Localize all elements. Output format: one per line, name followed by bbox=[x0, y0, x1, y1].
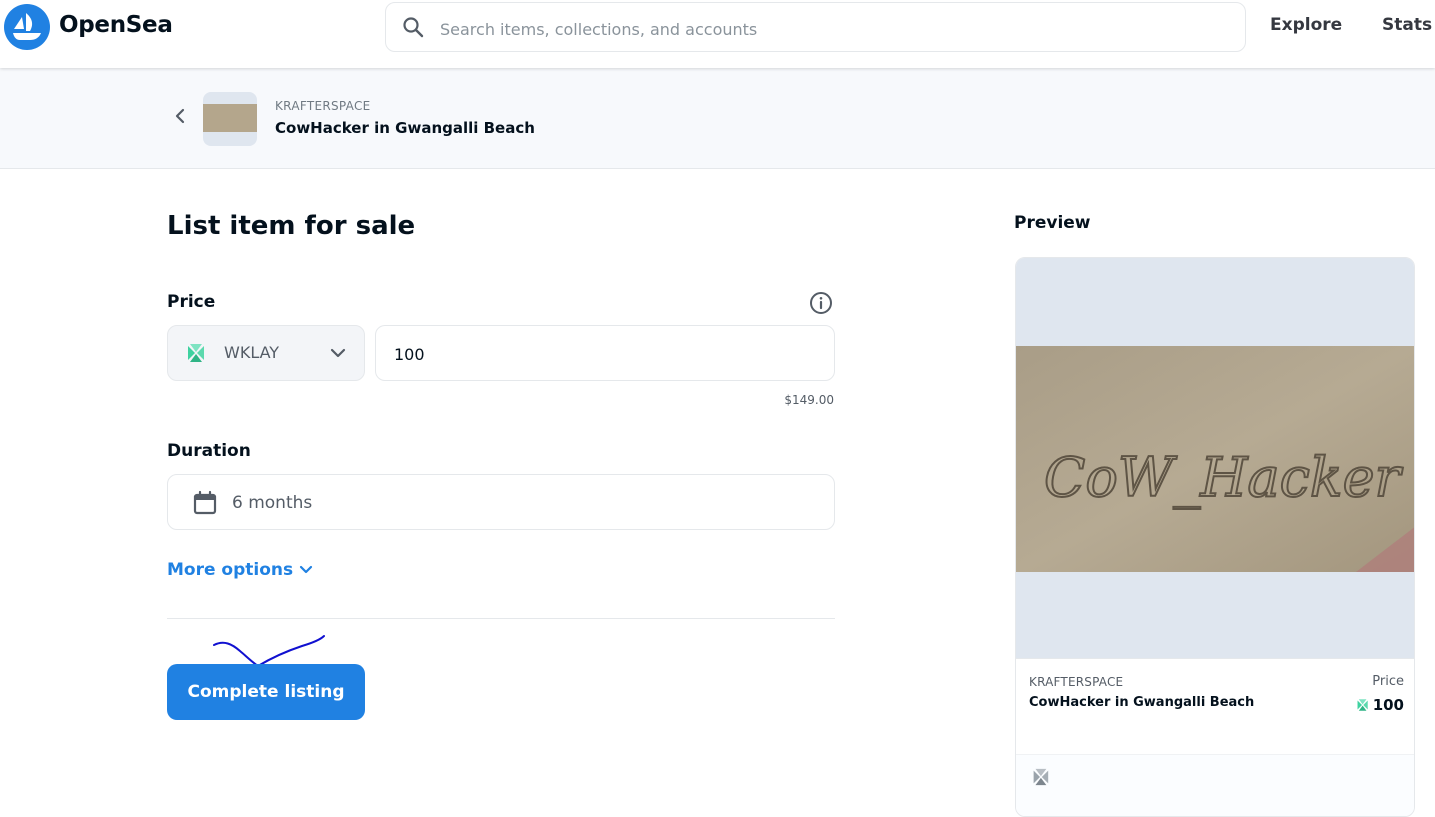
price-amount-input[interactable] bbox=[392, 340, 816, 368]
preview-title: Preview bbox=[1014, 213, 1091, 233]
complete-listing-button[interactable]: Complete listing bbox=[167, 664, 365, 720]
klaytn-chain-icon bbox=[1033, 768, 1049, 786]
page-title: List item for sale bbox=[167, 211, 416, 241]
calendar-icon bbox=[193, 490, 217, 515]
preview-image-text: CoW_Hacker bbox=[1044, 446, 1404, 509]
opensea-logo-icon[interactable] bbox=[4, 4, 50, 50]
preview-card[interactable]: CoW_Hacker KRAFTERSPACE CowHacker in Gwa… bbox=[1015, 257, 1415, 817]
item-name: CowHacker in Gwangalli Beach bbox=[275, 119, 535, 137]
currency-select[interactable]: WKLAY bbox=[167, 325, 365, 381]
preview-card-footer bbox=[1016, 754, 1414, 816]
currency-label: WKLAY bbox=[224, 343, 280, 362]
item-thumbnail-image bbox=[203, 104, 257, 132]
chevron-down-icon bbox=[330, 348, 346, 358]
brand-name[interactable]: OpenSea bbox=[59, 12, 173, 38]
preview-price: 100 bbox=[1355, 696, 1404, 714]
more-options-label: More options bbox=[167, 560, 294, 580]
preview-card-body: KRAFTERSPACE CowHacker in Gwangalli Beac… bbox=[1016, 658, 1414, 755]
klay-token-icon bbox=[188, 344, 204, 362]
preview-price-value: 100 bbox=[1372, 696, 1404, 714]
search-bar[interactable] bbox=[385, 2, 1246, 52]
preview-collection: KRAFTERSPACE bbox=[1029, 675, 1124, 689]
preview-price-label: Price bbox=[1372, 674, 1404, 689]
search-input[interactable] bbox=[438, 13, 1222, 45]
more-options-toggle[interactable]: More options bbox=[167, 560, 313, 580]
preview-image: CoW_Hacker bbox=[1016, 346, 1414, 572]
search-icon bbox=[403, 17, 424, 38]
price-amount-field[interactable] bbox=[375, 325, 835, 381]
preview-media: CoW_Hacker bbox=[1016, 258, 1414, 658]
nav-explore[interactable]: Explore bbox=[1270, 15, 1342, 35]
item-header: KRAFTERSPACE CowHacker in Gwangalli Beac… bbox=[0, 68, 1435, 169]
klay-token-icon bbox=[1357, 699, 1368, 711]
duration-value: 6 months bbox=[232, 493, 313, 513]
price-label: Price bbox=[167, 292, 216, 312]
usd-value: $149.00 bbox=[784, 393, 834, 407]
chevron-down-icon bbox=[300, 565, 313, 574]
divider bbox=[167, 618, 835, 619]
item-thumbnail[interactable] bbox=[203, 92, 257, 146]
preview-item-name: CowHacker in Gwangalli Beach bbox=[1029, 695, 1255, 710]
nav-stats[interactable]: Stats bbox=[1382, 15, 1432, 35]
duration-picker[interactable]: 6 months bbox=[167, 474, 835, 530]
info-icon[interactable] bbox=[809, 291, 833, 315]
top-nav: OpenSea Explore Stats bbox=[0, 0, 1435, 68]
item-collection-name[interactable]: KRAFTERSPACE bbox=[275, 99, 371, 113]
chevron-left-icon[interactable] bbox=[172, 106, 188, 126]
duration-label: Duration bbox=[167, 441, 251, 461]
